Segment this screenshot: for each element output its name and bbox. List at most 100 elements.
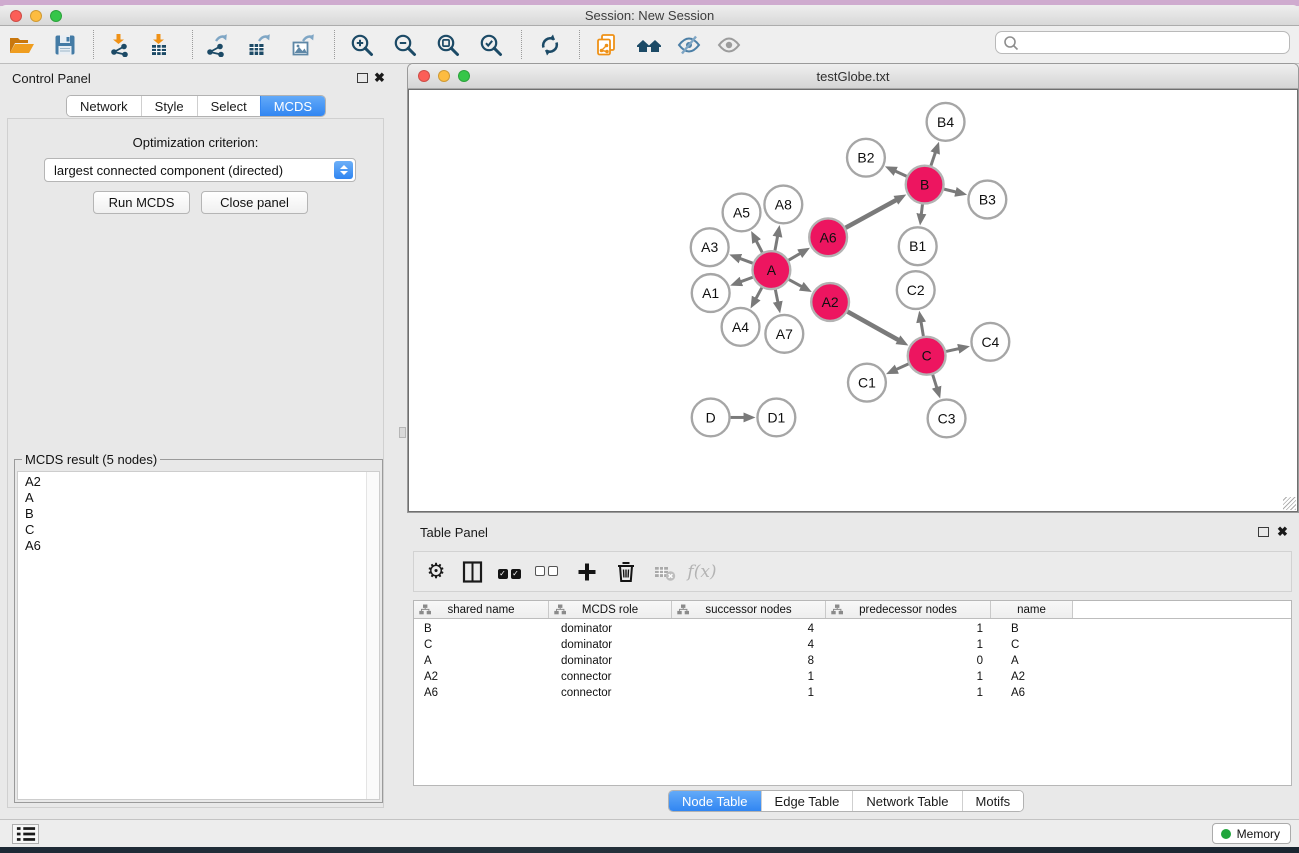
table-cell[interactable]: A2 xyxy=(414,669,549,685)
table-cell[interactable]: A xyxy=(991,653,1073,669)
graph-node[interactable]: B1 xyxy=(899,227,937,265)
function-builder-button[interactable]: f(x) xyxy=(682,552,722,591)
tab-select[interactable]: Select xyxy=(197,96,260,116)
graph-edge[interactable] xyxy=(944,189,956,192)
graph-edge[interactable] xyxy=(921,204,922,214)
table-cell[interactable]: A6 xyxy=(991,685,1073,701)
table-cell[interactable]: B xyxy=(991,621,1073,637)
table-cell[interactable]: A xyxy=(414,653,549,669)
zoom-out-button[interactable] xyxy=(387,28,423,62)
graph-node[interactable]: D1 xyxy=(757,399,795,437)
result-item[interactable]: A2 xyxy=(25,474,379,490)
table-cell[interactable]: dominator xyxy=(549,621,672,637)
column-browser-button[interactable] xyxy=(458,552,488,591)
search-input[interactable] xyxy=(1020,32,1289,53)
run-mcds-button[interactable]: Run MCDS xyxy=(93,191,190,214)
zoom-fit-button[interactable] xyxy=(430,28,466,62)
graph-node[interactable]: C xyxy=(908,337,946,375)
result-scrollbar[interactable] xyxy=(366,472,379,799)
search-field[interactable] xyxy=(995,31,1290,54)
close-panel-button[interactable]: Close panel xyxy=(201,191,308,214)
export-network-button[interactable] xyxy=(198,28,234,62)
graph-edge[interactable] xyxy=(756,288,762,299)
graph-edge[interactable] xyxy=(921,322,923,337)
graph-edge[interactable] xyxy=(846,200,897,228)
graph-node[interactable]: A3 xyxy=(691,228,729,266)
graph-node[interactable]: B4 xyxy=(927,103,965,141)
table-cell[interactable]: A2 xyxy=(991,669,1073,685)
show-hidden-button[interactable] xyxy=(711,28,747,62)
zoom-in-button[interactable] xyxy=(344,28,380,62)
tab-network-table[interactable]: Network Table xyxy=(852,791,961,811)
graph-node[interactable]: C3 xyxy=(928,400,966,438)
export-image-button[interactable] xyxy=(285,28,321,62)
table-settings-button[interactable]: ⚙ xyxy=(421,552,451,591)
float-panel-icon[interactable] xyxy=(357,73,368,83)
table-cell[interactable]: 1 xyxy=(672,685,826,701)
tab-motifs[interactable]: Motifs xyxy=(962,791,1024,811)
graph-edge[interactable] xyxy=(756,241,762,253)
memory-button[interactable]: Memory xyxy=(1212,823,1291,844)
delete-column-button[interactable] xyxy=(611,552,641,591)
graph-node[interactable]: A xyxy=(752,251,790,289)
splitter-grip[interactable] xyxy=(399,427,406,438)
graph-node[interactable]: A4 xyxy=(722,308,760,346)
table-cell[interactable]: 1 xyxy=(826,637,991,653)
delete-table-button[interactable] xyxy=(650,552,680,591)
graph-node[interactable]: B xyxy=(906,166,944,204)
table-cell[interactable]: 1 xyxy=(672,669,826,685)
optimization-criterion-dropdown[interactable]: largest connected component (directed) xyxy=(44,158,356,182)
table-cell[interactable]: 1 xyxy=(826,669,991,685)
hide-selected-button[interactable] xyxy=(671,28,707,62)
clone-network-button[interactable] xyxy=(588,28,624,62)
graph-edge[interactable] xyxy=(848,312,899,341)
save-session-button[interactable] xyxy=(47,28,83,62)
graph-edge[interactable] xyxy=(933,375,937,388)
tab-mcds[interactable]: MCDS xyxy=(260,96,325,116)
table-cell[interactable]: B xyxy=(414,621,549,637)
table-row[interactable]: A2connector11A2 xyxy=(414,669,1291,685)
column-header[interactable]: MCDS role xyxy=(549,601,672,618)
column-header[interactable]: name xyxy=(991,601,1073,618)
graph-edge[interactable] xyxy=(789,280,802,287)
graph-node[interactable]: A7 xyxy=(765,315,803,353)
graph-node[interactable]: A8 xyxy=(764,186,802,224)
graph-edge[interactable] xyxy=(895,171,907,176)
graph-node[interactable]: A5 xyxy=(723,194,761,232)
table-row[interactable]: Cdominator41C xyxy=(414,637,1291,653)
network-graph[interactable]: B4B2BB3A8A5A6B1A3AC2A1A2A4A7C4CC1C3DD1 xyxy=(409,90,1297,512)
graph-edge[interactable] xyxy=(740,258,753,263)
graph-node[interactable]: A2 xyxy=(811,283,849,321)
table-row[interactable]: Adominator80A xyxy=(414,653,1291,669)
table-cell[interactable]: dominator xyxy=(549,637,672,653)
close-panel-icon[interactable]: ✖ xyxy=(374,71,385,84)
show-all-button[interactable] xyxy=(631,28,667,62)
add-column-button[interactable] xyxy=(572,552,602,591)
graph-node[interactable]: A1 xyxy=(692,274,730,312)
export-table-button[interactable] xyxy=(241,28,277,62)
zoom-selected-button[interactable] xyxy=(473,28,509,62)
tab-style[interactable]: Style xyxy=(141,96,197,116)
table-cell[interactable]: connector xyxy=(549,669,672,685)
result-item[interactable]: C xyxy=(25,522,379,538)
graph-edge[interactable] xyxy=(789,253,801,260)
table-cell[interactable]: dominator xyxy=(549,653,672,669)
task-history-button[interactable] xyxy=(12,824,39,844)
graph-node[interactable]: A6 xyxy=(809,218,847,256)
dropdown-stepper-icon[interactable] xyxy=(334,161,353,179)
graph-node[interactable]: C2 xyxy=(897,271,935,309)
column-header[interactable]: predecessor nodes xyxy=(826,601,991,618)
table-cell[interactable]: C xyxy=(991,637,1073,653)
table-cell[interactable]: C xyxy=(414,637,549,653)
mcds-result-list[interactable]: A2ABCA6 xyxy=(17,471,380,800)
result-item[interactable]: A6 xyxy=(25,538,379,554)
graph-edge[interactable] xyxy=(896,364,909,370)
open-session-button[interactable] xyxy=(3,28,39,62)
result-item[interactable]: B xyxy=(25,506,379,522)
main-titlebar[interactable]: Session: New Session xyxy=(0,5,1299,26)
graph-node[interactable]: D xyxy=(692,399,730,437)
graph-node[interactable]: C4 xyxy=(971,323,1009,361)
table-row[interactable]: A6connector11A6 xyxy=(414,685,1291,701)
graph-node[interactable]: B2 xyxy=(847,139,885,177)
table-cell[interactable]: 1 xyxy=(826,621,991,637)
